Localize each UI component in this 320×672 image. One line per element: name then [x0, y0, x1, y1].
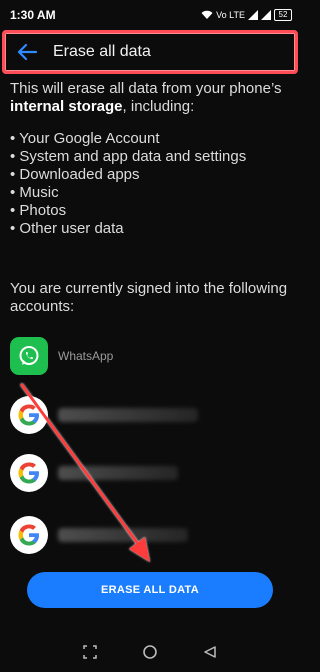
list-item: • Other user data	[10, 220, 124, 237]
google-g-icon	[18, 404, 39, 426]
home-button[interactable]	[138, 640, 162, 664]
recents-button[interactable]	[78, 640, 102, 664]
content: This will erase all data from your phone…	[10, 80, 295, 316]
google-icon	[10, 454, 48, 492]
whatsapp-glyph-icon	[19, 346, 39, 365]
google-icon	[10, 516, 48, 554]
account-row-google	[10, 395, 290, 435]
battery-icon: 52	[274, 9, 292, 21]
home-icon	[143, 645, 157, 659]
list-item: • System and app data and settings	[10, 148, 247, 165]
intro-text-start: This will erase all data from your phone…	[10, 80, 282, 97]
redacted-account-label	[58, 466, 178, 480]
page-title: Erase all data	[53, 43, 151, 60]
accounts-title: You are currently signed into the follow…	[10, 280, 288, 315]
account-row-google	[10, 453, 290, 493]
back-nav-button[interactable]	[198, 640, 222, 664]
list-item: • Your Google Account	[10, 130, 160, 147]
header-bar: Erase all data	[2, 30, 298, 74]
intro-text: This will erase all data from your phone…	[10, 80, 295, 116]
list-item: • Downloaded apps	[10, 166, 140, 183]
signal-icon-2	[261, 10, 271, 20]
signal-icon	[248, 10, 258, 20]
list-item: • Music	[10, 184, 59, 201]
navigation-bar	[0, 632, 300, 672]
wifi-icon	[201, 10, 213, 19]
account-label: WhatsApp	[58, 349, 114, 363]
whatsapp-icon	[10, 337, 48, 375]
back-button[interactable]	[9, 34, 45, 70]
google-icon	[10, 396, 48, 434]
redacted-account-label	[58, 528, 188, 542]
recents-icon	[83, 645, 97, 659]
back-arrow-icon	[17, 43, 37, 61]
status-icons: Vo LTE 52	[201, 9, 292, 21]
status-bar: 1:30 AM Vo LTE 52	[0, 0, 300, 30]
account-row-google	[10, 515, 290, 555]
google-g-icon	[18, 524, 39, 546]
intro-text-bold: internal storage	[10, 98, 123, 115]
volte-indicator: Vo LTE	[216, 10, 245, 20]
account-row-whatsapp: WhatsApp	[10, 336, 290, 376]
list-item: • Photos	[10, 202, 67, 219]
erase-items-list: • Your Google Account • System and app d…	[10, 130, 295, 238]
back-nav-icon	[204, 646, 216, 658]
erase-all-data-button[interactable]: ERASE ALL DATA	[27, 572, 273, 608]
intro-text-end: , including:	[122, 98, 195, 115]
status-time: 1:30 AM	[10, 8, 56, 22]
redacted-account-label	[58, 408, 198, 422]
google-g-icon	[18, 462, 39, 484]
